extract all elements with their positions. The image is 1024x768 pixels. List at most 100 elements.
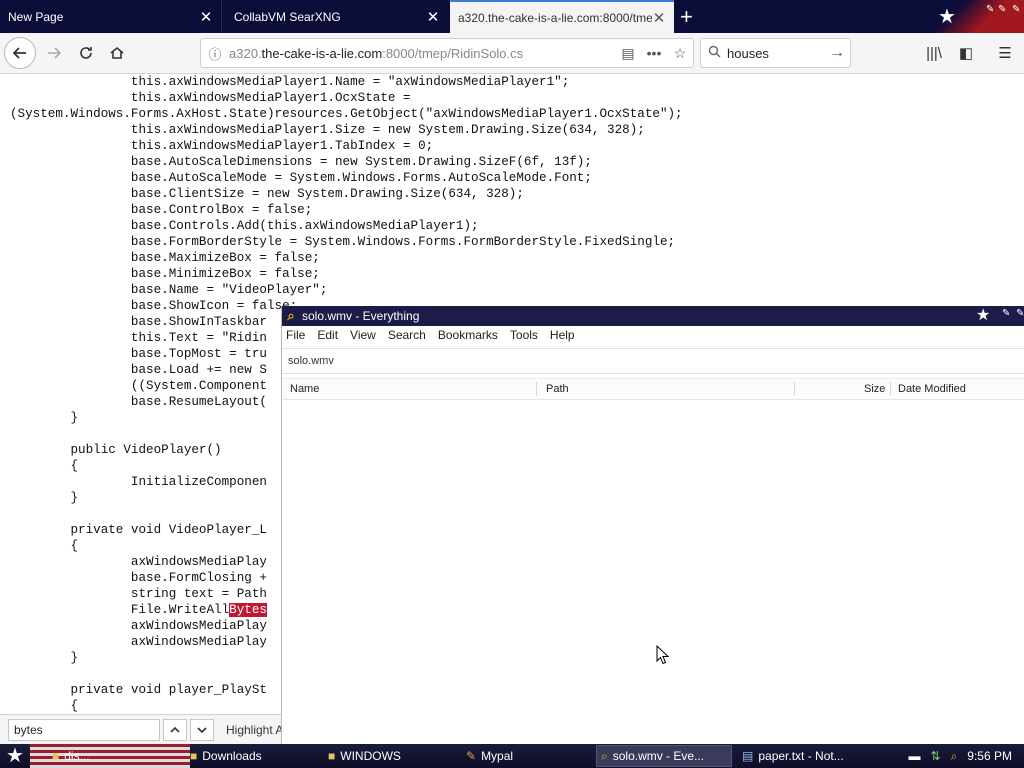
code-line: base.AutoScaleDimensions = new System.Dr… bbox=[10, 155, 592, 169]
code-line: this.Text = "Ridin bbox=[10, 331, 267, 345]
everything-title-bar[interactable]: ⌕ solo.wmv - Everything ★ ✎ ✎ bbox=[282, 306, 1024, 326]
find-previous-button[interactable] bbox=[163, 719, 187, 741]
find-input[interactable]: bytes bbox=[8, 719, 160, 741]
search-match-highlight: Bytes bbox=[229, 603, 267, 617]
tab-collabvm-searxng[interactable]: CollabVM SearXNG ✕ bbox=[226, 0, 448, 33]
everything-tray-icon[interactable]: ⌕ bbox=[951, 749, 958, 764]
taskbar-item-everything[interactable]: ⌕ solo.wmv - Eve... bbox=[596, 745, 732, 767]
code-line: base.Name = "VideoPlayer"; bbox=[10, 283, 328, 297]
column-divider[interactable] bbox=[794, 382, 795, 396]
reader-view-icon[interactable]: ▤ bbox=[615, 45, 641, 62]
column-size[interactable]: Size bbox=[864, 379, 885, 399]
chevron-down-icon bbox=[197, 727, 207, 734]
menu-tools[interactable]: Tools bbox=[510, 328, 538, 342]
code-line: base.ClientSize = new System.Drawing.Siz… bbox=[10, 187, 524, 201]
maximize-icon[interactable]: ✎ bbox=[1016, 308, 1024, 319]
taskbar-item-downloads[interactable]: ■ Downloads bbox=[186, 745, 318, 767]
menu-search[interactable]: Search bbox=[388, 328, 426, 342]
tab-label: a320.the-cake-is-a-lie.com:8000/tmep/Rid… bbox=[458, 10, 652, 25]
keyboard-icon[interactable]: ▬ bbox=[909, 749, 921, 763]
code-line: base.FormClosing + bbox=[10, 571, 267, 585]
taskbar-item-notepad[interactable]: ▤ paper.txt - Not... bbox=[738, 745, 870, 767]
menu-file[interactable]: File bbox=[286, 328, 305, 342]
new-tab-button[interactable]: + bbox=[680, 0, 693, 33]
highlight-all-checkbox[interactable]: Highlight All bbox=[226, 723, 289, 737]
everything-search-input[interactable]: solo.wmv bbox=[282, 348, 1024, 374]
home-icon bbox=[110, 46, 124, 59]
window-title: solo.wmv - Everything bbox=[302, 309, 420, 323]
back-button[interactable] bbox=[4, 37, 36, 69]
system-tray: ▬ ⇅ ⌕ 9:56 PM bbox=[909, 744, 1024, 768]
clock[interactable]: 9:56 PM bbox=[967, 749, 1012, 763]
menu-bookmarks[interactable]: Bookmarks bbox=[438, 328, 498, 342]
code-line: public VideoPlayer() bbox=[10, 443, 222, 457]
find-next-button[interactable] bbox=[190, 719, 214, 741]
search-input[interactable]: houses bbox=[727, 46, 824, 61]
column-date-modified[interactable]: Date Modified bbox=[898, 379, 966, 399]
minimize-icon[interactable]: ✎ bbox=[986, 4, 994, 15]
search-go-icon[interactable]: → bbox=[824, 44, 850, 62]
tab-ridinsolo-active[interactable]: a320.the-cake-is-a-lie.com:8000/tmep/Rid… bbox=[450, 0, 674, 33]
folder-icon: ■ bbox=[328, 749, 336, 763]
forward-button[interactable] bbox=[40, 39, 68, 67]
sidebar-icon[interactable]: ◧ bbox=[952, 39, 980, 67]
close-window-icon[interactable]: ✎ bbox=[1012, 4, 1020, 15]
star-icon: ★ bbox=[938, 6, 956, 28]
menu-icon[interactable]: ☰ bbox=[991, 39, 1019, 67]
menu-help[interactable]: Help bbox=[550, 328, 575, 342]
restore-icon[interactable]: ✎ bbox=[998, 4, 1006, 15]
code-line: { bbox=[10, 699, 79, 713]
minimize-icon[interactable]: ✎ bbox=[1002, 308, 1010, 319]
column-divider[interactable] bbox=[536, 382, 537, 396]
forward-arrow-icon bbox=[48, 47, 62, 59]
code-line: base.MaximizeBox = false; bbox=[10, 251, 320, 265]
url-text[interactable]: a320.the-cake-is-a-lie.com:8000/tmep/Rid… bbox=[229, 46, 615, 61]
everything-app-icon: ⌕ bbox=[287, 308, 295, 323]
home-button[interactable] bbox=[103, 39, 131, 67]
page-actions-icon[interactable]: ••• bbox=[641, 45, 667, 61]
menu-edit[interactable]: Edit bbox=[317, 328, 338, 342]
reload-button[interactable] bbox=[72, 39, 100, 67]
code-line: this.axWindowsMediaPlayer1.Size = new Sy… bbox=[10, 123, 645, 137]
code-line: axWindowsMediaPlay bbox=[10, 635, 267, 649]
code-line: base.AutoScaleMode = System.Windows.Form… bbox=[10, 171, 592, 185]
code-line: private void VideoPlayer_L bbox=[10, 523, 267, 537]
chevron-up-icon bbox=[170, 726, 180, 733]
code-line: } bbox=[10, 651, 79, 665]
url-bar[interactable]: ⓘ a320.the-cake-is-a-lie.com:8000/tmep/R… bbox=[200, 38, 694, 68]
code-line: base.ControlBox = false; bbox=[10, 203, 313, 217]
column-path[interactable]: Path bbox=[546, 379, 569, 399]
results-column-header: Name Path Size Date Modified bbox=[282, 378, 1024, 400]
code-line: base.ShowInTaskbar bbox=[10, 315, 267, 329]
taskbar-item-mypal[interactable]: ✎ Mypal bbox=[462, 745, 592, 767]
tab-new-page[interactable]: New Page ✕ bbox=[0, 0, 222, 33]
code-line: this.axWindowsMediaPlayer1.Name = "axWin… bbox=[10, 75, 570, 89]
library-icon[interactable]: |||\ bbox=[920, 39, 948, 67]
code-line: axWindowsMediaPlay bbox=[10, 555, 267, 569]
taskbar-item-windows[interactable]: ■ WINDOWS bbox=[324, 745, 456, 767]
code-line: base.MinimizeBox = false; bbox=[10, 267, 320, 281]
start-button-star-icon[interactable]: ★ bbox=[6, 744, 24, 768]
code-line: base.ResumeLayout( bbox=[10, 395, 267, 409]
column-name[interactable]: Name bbox=[290, 379, 319, 399]
column-divider[interactable] bbox=[890, 382, 891, 396]
code-line: base.TopMost = tru bbox=[10, 347, 267, 361]
close-icon[interactable]: ✕ bbox=[426, 8, 440, 26]
tab-label: New Page bbox=[8, 9, 64, 24]
search-bar[interactable]: houses → bbox=[700, 38, 851, 68]
site-info-icon[interactable]: ⓘ bbox=[201, 44, 229, 63]
menu-view[interactable]: View bbox=[350, 328, 376, 342]
taskbar: ★ ■ dis... ■ Downloads ■ WINDOWS ✎ Mypal… bbox=[0, 744, 1024, 768]
navigation-toolbar: ⓘ a320.the-cake-is-a-lie.com:8000/tmep/R… bbox=[0, 33, 1024, 74]
folder-icon: ■ bbox=[190, 749, 198, 763]
network-icon[interactable]: ⇅ bbox=[931, 749, 941, 763]
back-arrow-icon bbox=[12, 47, 26, 59]
bookmark-star-icon[interactable]: ☆ bbox=[667, 45, 693, 62]
close-icon[interactable]: ✕ bbox=[199, 8, 213, 26]
taskbar-item-folder[interactable]: ■ dis... bbox=[48, 745, 178, 767]
results-list[interactable] bbox=[282, 398, 1024, 744]
code-line: this.axWindowsMediaPlayer1.TabIndex = 0; bbox=[10, 139, 434, 153]
close-icon[interactable]: ✕ bbox=[652, 9, 666, 27]
search-icon bbox=[701, 45, 727, 61]
star-icon: ★ bbox=[976, 307, 991, 324]
